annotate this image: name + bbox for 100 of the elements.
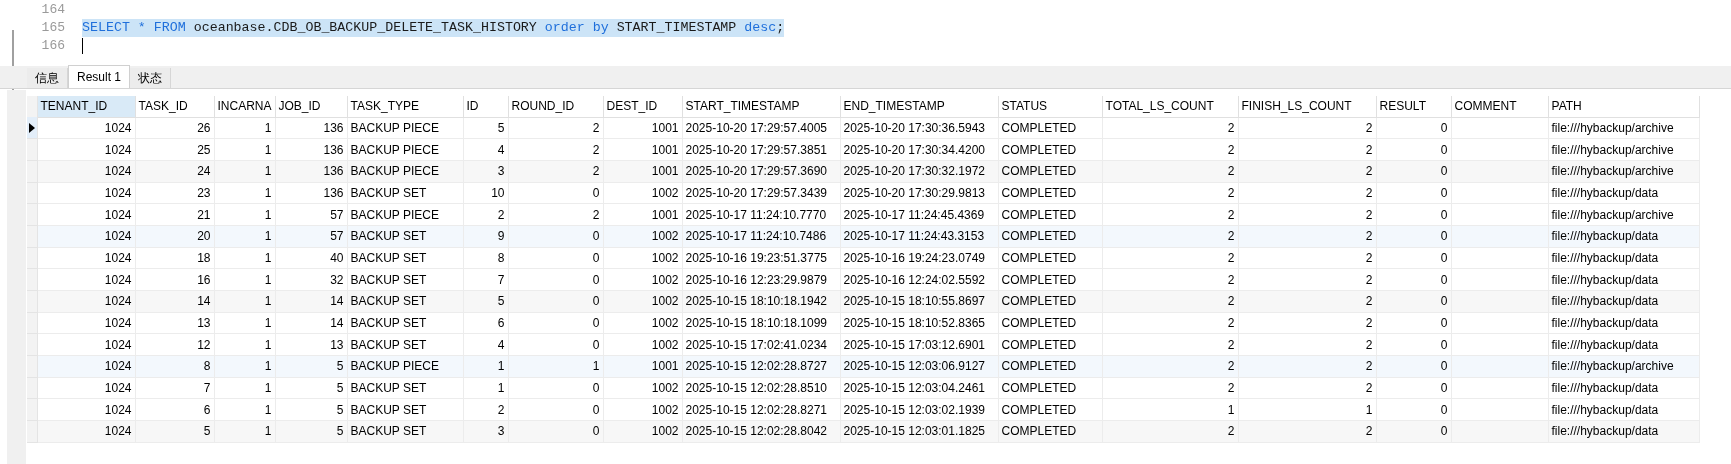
column-header[interactable]: START_TIMESTAMP: [682, 96, 840, 117]
table-cell: 1002: [603, 268, 682, 291]
table-cell: 2025-10-15 18:10:18.1099: [682, 312, 840, 334]
column-header[interactable]: COMMENT: [1451, 96, 1548, 117]
table-cell: 2: [463, 398, 508, 421]
table-cell: 1002: [603, 333, 682, 356]
table-cell: 2025-10-20 17:30:32.1972: [840, 160, 998, 183]
table-cell: 1001: [603, 138, 682, 161]
table-cell: 1: [214, 290, 275, 313]
table-cell: 0: [1376, 268, 1451, 291]
table-cell: 2: [1102, 160, 1238, 183]
table-cell: 136: [275, 160, 347, 183]
column-header[interactable]: DEST_ID: [603, 96, 682, 117]
table-cell: 1: [214, 312, 275, 334]
table-cell: file:///hybackup/data: [1548, 333, 1699, 356]
column-header[interactable]: ID: [463, 96, 508, 117]
table-cell: 2025-10-20 17:30:36.5943: [840, 117, 998, 139]
table-cell: 2: [1102, 203, 1238, 226]
table-cell: 10: [463, 182, 508, 204]
column-header[interactable]: JOB_ID: [275, 96, 347, 117]
table-cell: file:///hybackup/archive: [1548, 138, 1699, 161]
table-cell: COMPLETED: [998, 333, 1102, 356]
table-cell: 0: [508, 333, 603, 356]
table-cell: file:///hybackup/archive: [1548, 355, 1699, 378]
table-cell: 1002: [603, 377, 682, 399]
table-cell: 0: [1376, 203, 1451, 226]
line-number: 166: [40, 37, 65, 56]
table-cell: 2025-10-15 12:03:01.1825: [840, 420, 998, 443]
column-header[interactable]: TENANT_ID: [37, 96, 135, 117]
table-cell: COMPLETED: [998, 268, 1102, 291]
table-cell: 2: [1102, 117, 1238, 139]
table-cell: 2: [1238, 138, 1376, 161]
table-cell: 4: [463, 333, 508, 356]
table-cell: 0: [1376, 160, 1451, 183]
table-cell: 0: [1376, 355, 1451, 378]
table-cell: file:///hybackup/data: [1548, 225, 1699, 248]
table-cell: 1: [214, 225, 275, 248]
table-cell: 1: [214, 203, 275, 226]
column-header[interactable]: STATUS: [998, 96, 1102, 117]
table-cell: BACKUP SET: [347, 420, 463, 443]
table-cell: BACKUP SET: [347, 333, 463, 356]
table-cell: 1: [1238, 398, 1376, 421]
table-cell: COMPLETED: [998, 138, 1102, 161]
table-cell: 2025-10-15 17:02:41.0234: [682, 333, 840, 356]
table-cell: 5: [275, 420, 347, 443]
table-cell: 0: [1376, 290, 1451, 313]
table-cell: 1001: [603, 117, 682, 139]
table-cell: 9: [463, 225, 508, 248]
table-cell: 1024: [37, 160, 135, 183]
table-cell: 2025-10-15 12:02:28.8042: [682, 420, 840, 443]
column-header[interactable]: TASK_ID: [135, 96, 214, 117]
table-cell: 2025-10-20 17:30:34.4200: [840, 138, 998, 161]
table-cell: 1: [214, 160, 275, 183]
table-cell: 5: [275, 355, 347, 378]
table-cell: 136: [275, 117, 347, 139]
column-header[interactable]: ROUND_ID: [508, 96, 603, 117]
table-cell: 2: [508, 203, 603, 226]
column-header[interactable]: TASK_TYPE: [347, 96, 463, 117]
table-cell: 2: [1238, 333, 1376, 356]
table-cell: 5: [135, 420, 214, 443]
table-cell: BACKUP SET: [347, 247, 463, 269]
table-cell: 2: [1238, 420, 1376, 443]
column-header[interactable]: INCARNA: [214, 96, 275, 117]
table-cell: 1: [214, 377, 275, 399]
table-cell: 2025-10-15 12:02:28.8271: [682, 398, 840, 421]
table-cell: 2025-10-15 18:10:55.8697: [840, 290, 998, 313]
table-cell: file:///hybackup/data: [1548, 377, 1699, 399]
table-cell: 0: [508, 182, 603, 204]
table-cell: 2025-10-20 17:29:57.3439: [682, 182, 840, 204]
column-header[interactable]: FINISH_LS_COUNT: [1238, 96, 1376, 117]
table-cell: 1024: [37, 117, 135, 139]
table-cell: 2: [1238, 160, 1376, 183]
column-header[interactable]: TOTAL_LS_COUNT: [1102, 96, 1238, 117]
result-tab[interactable]: 信息: [27, 68, 68, 88]
table-cell: 0: [508, 377, 603, 399]
result-tab[interactable]: 状态: [130, 68, 172, 88]
column-header[interactable]: RESULT: [1376, 96, 1451, 117]
table-cell: 1001: [603, 203, 682, 226]
table-cell: 1: [214, 420, 275, 443]
table-cell: 1001: [603, 355, 682, 378]
result-tab[interactable]: Result 1: [68, 65, 131, 88]
line-number: 165: [40, 19, 65, 38]
table-cell: 1024: [37, 312, 135, 334]
table-cell: 4: [463, 138, 508, 161]
table-cell: 0: [1376, 420, 1451, 443]
table-cell: 2: [463, 203, 508, 226]
column-header[interactable]: PATH: [1548, 96, 1699, 117]
table-cell: 1002: [603, 247, 682, 269]
table-cell: file:///hybackup/archive: [1548, 160, 1699, 183]
table-cell: 2: [1238, 377, 1376, 399]
table-cell: BACKUP SET: [347, 398, 463, 421]
table-cell: 2: [508, 160, 603, 183]
column-header[interactable]: END_TIMESTAMP: [840, 96, 998, 117]
table-cell: 2025-10-20 17:29:57.3690: [682, 160, 840, 183]
table-cell: BACKUP SET: [347, 182, 463, 204]
table-cell: 2025-10-17 11:24:10.7486: [682, 225, 840, 248]
table-cell: 2025-10-16 12:24:02.5592: [840, 268, 998, 291]
table-cell: COMPLETED: [998, 377, 1102, 399]
table-cell: COMPLETED: [998, 290, 1102, 313]
table-cell: 0: [1376, 333, 1451, 356]
